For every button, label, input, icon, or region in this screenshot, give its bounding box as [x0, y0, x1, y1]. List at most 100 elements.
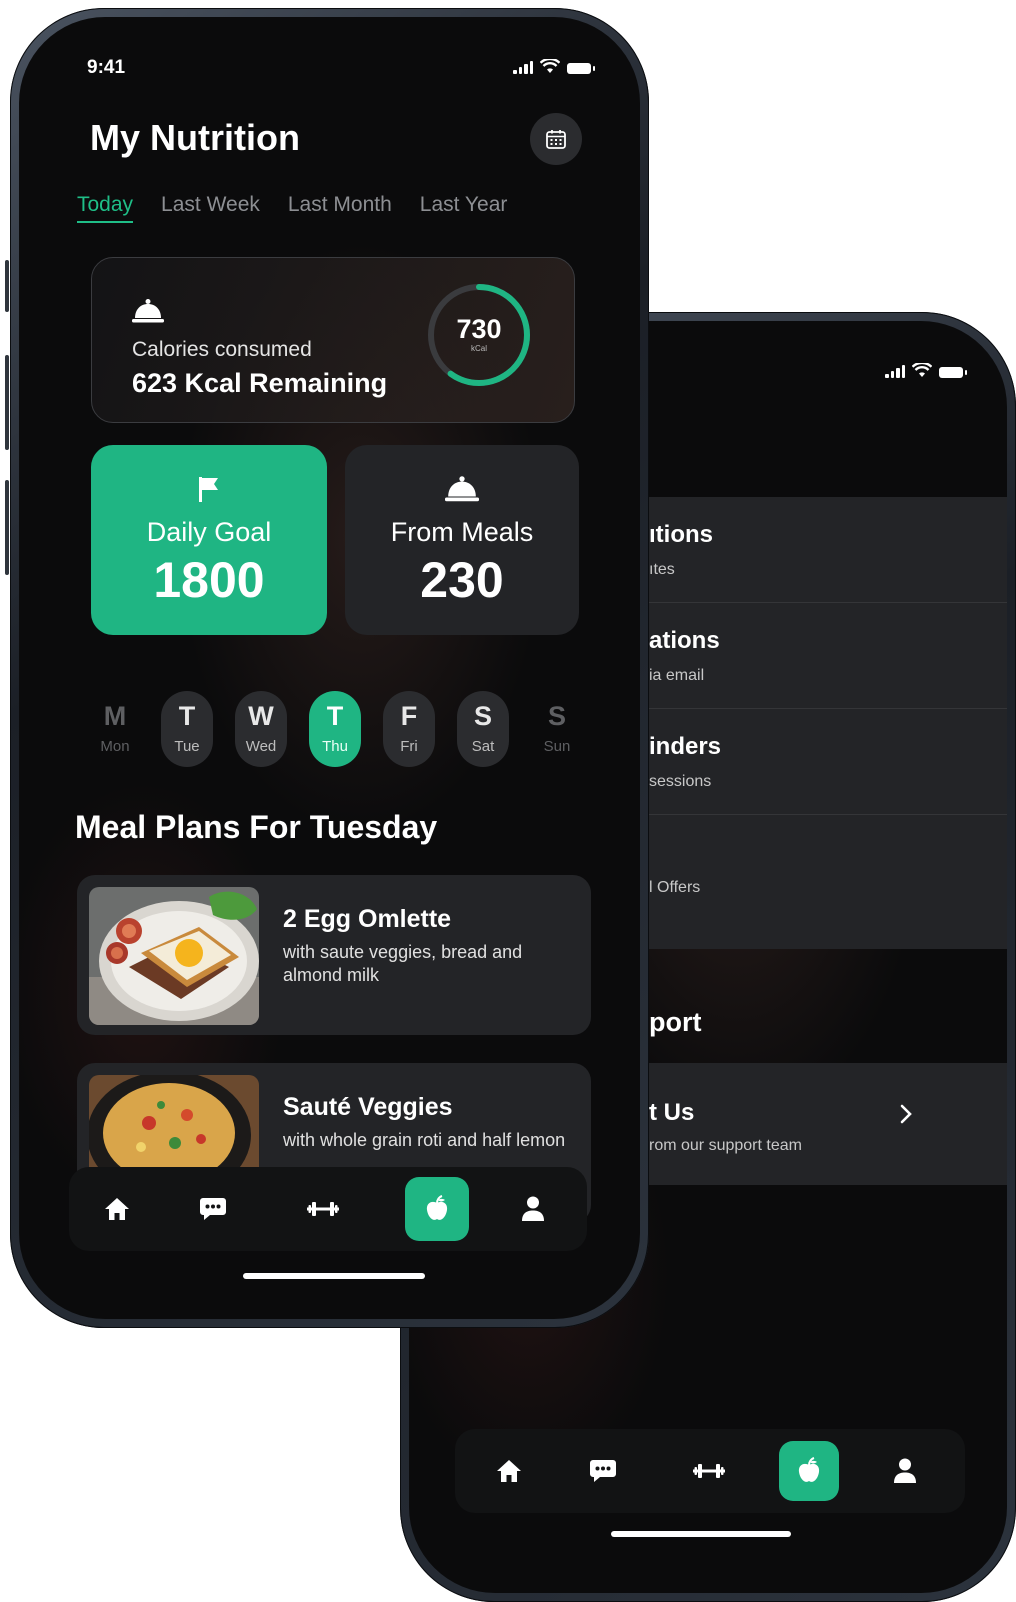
- profile-icon: [522, 1196, 544, 1221]
- daily-goal-tile[interactable]: Daily Goal 1800: [91, 445, 327, 635]
- day-thu[interactable]: T Thu: [309, 691, 361, 767]
- front-phone-frame: 9:41 My Nutrition Today Last Week Last M…: [10, 8, 649, 1328]
- nav-profile[interactable]: [503, 1179, 563, 1239]
- profile-icon: [894, 1458, 916, 1483]
- day-sun[interactable]: S Sun: [531, 691, 583, 767]
- nav-profile[interactable]: [875, 1441, 935, 1501]
- home-icon: [497, 1460, 521, 1482]
- battery-icon: [567, 63, 595, 74]
- calories-label: Calories consumed: [132, 338, 312, 361]
- calendar-icon: [546, 130, 566, 149]
- setting-row: inders sessions: [649, 709, 1007, 815]
- from-meals-label: From Meals: [390, 517, 534, 547]
- from-meals-tile[interactable]: From Meals 230: [345, 445, 579, 635]
- notification-settings-card: ıtions ıtes ations ia email inders sessi…: [649, 497, 1007, 949]
- contact-us-row[interactable]: t Us rom our support team: [649, 1063, 1007, 1185]
- calories-card: Calories consumed 623 Kcal Remaining 730…: [91, 257, 575, 423]
- page-title: My Nutrition: [90, 117, 300, 158]
- ring-unit: kCal: [470, 344, 487, 353]
- day-short: Sat: [471, 738, 495, 755]
- flag-icon: [91, 475, 327, 503]
- dumbbell-icon: [693, 1464, 725, 1478]
- side-button: [5, 355, 9, 450]
- tab-last-week[interactable]: Last Week: [161, 193, 260, 223]
- setting-title: ıtions: [649, 521, 713, 548]
- nav-chat[interactable]: [573, 1441, 633, 1501]
- day-letter: S: [547, 701, 566, 731]
- cloche-icon: [345, 475, 579, 503]
- meal-card[interactable]: 2 Egg Omlette with saute veggies, bread …: [77, 875, 591, 1035]
- setting-row: ations ia email: [649, 603, 1007, 709]
- day-wed[interactable]: W Wed: [235, 691, 287, 767]
- day-short: Mon: [100, 738, 130, 755]
- meal-image: [89, 887, 259, 1025]
- day-fri[interactable]: F Fri: [383, 691, 435, 767]
- back-bottom-nav: [455, 1429, 965, 1513]
- side-button: [5, 260, 9, 312]
- day-short: Tue: [174, 738, 200, 755]
- day-picker: M Mon T Tue W Wed T Thu F Fri S Sat S Sun: [91, 691, 591, 767]
- day-short: Fri: [400, 738, 418, 755]
- setting-title: inders: [649, 733, 722, 760]
- setting-row: ıtions ıtes: [649, 497, 1007, 603]
- setting-subtitle: l Offers: [649, 879, 701, 896]
- setting-row: l Offers: [649, 815, 1007, 921]
- apple-icon: [426, 1195, 448, 1220]
- contact-subtitle: rom our support team: [649, 1137, 802, 1154]
- period-tabs: Today Last Week Last Month Last Year: [77, 193, 507, 223]
- home-icon: [105, 1198, 129, 1220]
- calories-remaining: 623 Kcal Remaining: [132, 368, 388, 398]
- day-short: Thu: [322, 738, 348, 755]
- day-letter: S: [473, 701, 492, 731]
- wifi-icon: [540, 59, 560, 73]
- bottom-nav: [69, 1167, 587, 1251]
- nav-chat[interactable]: [183, 1179, 243, 1239]
- ring-value: 730: [456, 314, 502, 344]
- nav-home[interactable]: [87, 1179, 147, 1239]
- setting-subtitle: ia email: [649, 667, 705, 684]
- side-button: [5, 480, 9, 575]
- back-content: ıtions ıtes ations ia email inders sessi…: [649, 321, 1007, 1593]
- nav-nutrition[interactable]: [405, 1177, 469, 1241]
- nav-nutrition[interactable]: [779, 1441, 839, 1501]
- day-letter: T: [178, 701, 196, 731]
- nav-workout[interactable]: [293, 1179, 353, 1239]
- day-tue[interactable]: T Tue: [161, 691, 213, 767]
- meal-description: with saute veggies, bread and almond mil…: [283, 942, 523, 985]
- day-letter: W: [248, 701, 274, 731]
- setting-subtitle: ıtes: [649, 561, 675, 578]
- tab-today[interactable]: Today: [77, 193, 134, 223]
- home-indicator: [243, 1273, 425, 1279]
- day-letter: M: [103, 701, 127, 731]
- day-mon[interactable]: M Mon: [89, 691, 141, 767]
- tab-last-year[interactable]: Last Year: [420, 193, 508, 223]
- signal-icon: [513, 61, 533, 74]
- chevron-right-icon: [900, 1104, 912, 1124]
- meal-name: 2 Egg Omlette: [283, 905, 452, 933]
- tab-last-month[interactable]: Last Month: [288, 193, 392, 223]
- meal-name: Sauté Veggies: [283, 1093, 453, 1121]
- day-letter: F: [400, 701, 418, 731]
- status-time: 9:41: [87, 57, 126, 78]
- setting-title: ations: [649, 627, 720, 654]
- setting-subtitle: sessions: [649, 773, 712, 790]
- meal-description: with whole grain roti and half lemon: [283, 1130, 566, 1150]
- status-icons: [513, 59, 595, 74]
- nav-workout[interactable]: [679, 1441, 739, 1501]
- front-phone-screen: 9:41 My Nutrition Today Last Week Last M…: [19, 17, 640, 1319]
- from-meals-value: 230: [420, 552, 504, 608]
- meal-plans-title: Meal Plans For Tuesday: [75, 809, 438, 845]
- dumbbell-icon: [307, 1202, 339, 1216]
- home-indicator: [611, 1531, 791, 1537]
- nav-home[interactable]: [479, 1441, 539, 1501]
- calendar-button[interactable]: [530, 113, 582, 165]
- cloche-icon: [132, 299, 164, 323]
- apple-icon: [798, 1457, 820, 1482]
- chat-icon: [200, 1198, 226, 1220]
- daily-goal-label: Daily Goal: [146, 517, 272, 547]
- calorie-progress-ring: 730 kCal: [426, 282, 532, 388]
- day-sat[interactable]: S Sat: [457, 691, 509, 767]
- day-short: Sun: [543, 738, 571, 755]
- day-short: Wed: [245, 738, 277, 755]
- support-section-title: port: [649, 1007, 702, 1037]
